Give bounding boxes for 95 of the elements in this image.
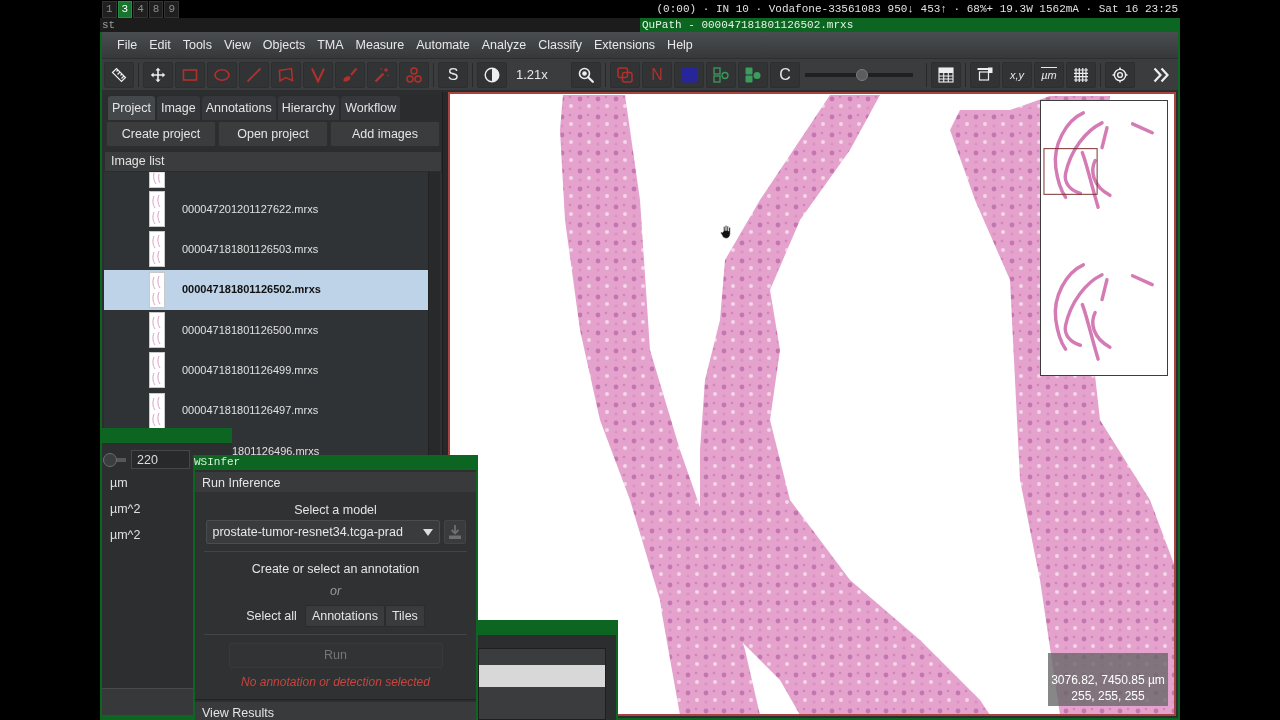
select-button[interactable]: Annotations (304, 605, 385, 627)
ellipse-icon (214, 66, 230, 83)
toolbar-button[interactable] (970, 61, 1000, 88)
workspace-button[interactable]: 9 (164, 0, 180, 18)
hand-cursor-icon (720, 225, 732, 239)
window-title: WSInfer (193, 455, 478, 470)
toolbar-button[interactable]: µm (1034, 61, 1064, 88)
polyline-icon (310, 66, 326, 83)
image-viewer[interactable]: 3076.82, 7450.85 µm 255, 255, 255 (448, 92, 1176, 716)
chevrons-icon (1153, 66, 1169, 83)
toolbar-button[interactable]: C (770, 61, 800, 88)
image-list-item[interactable]: 000047181801126500.mrxs (104, 309, 428, 351)
image-list-item[interactable]: 000047181801126499.mrxs (104, 350, 428, 391)
caret-icon (422, 528, 433, 536)
rectangle-icon (182, 66, 198, 83)
toolbar-button[interactable] (143, 61, 173, 88)
overview-panel[interactable] (1040, 100, 1168, 376)
filled-square-icon (681, 66, 697, 83)
menu-item[interactable]: View (217, 32, 257, 58)
section-header[interactable]: View Results (195, 702, 476, 720)
image-list-item[interactable]: 000047181801126502.mrxs (104, 269, 428, 310)
toolbar-button[interactable] (1066, 61, 1096, 88)
model-label: Select a model (294, 502, 377, 518)
line-icon (246, 66, 262, 83)
project-button[interactable]: Add images (330, 121, 440, 147)
ruler-icon (111, 66, 127, 83)
menu-item[interactable]: Classify (532, 32, 588, 58)
download-icon (447, 525, 462, 539)
menu-item[interactable]: Help (661, 32, 699, 58)
menu-item[interactable]: TMA (311, 32, 350, 58)
menu-item[interactable]: Analyze (475, 32, 533, 58)
unit-label: µm^2 (110, 527, 141, 543)
slider-thumb[interactable] (102, 452, 117, 467)
viewport-rectangle[interactable] (1043, 148, 1098, 195)
panel-tab[interactable]: Hierarchy (277, 96, 340, 120)
toolbar-button[interactable] (477, 61, 507, 88)
table-icon (938, 66, 954, 83)
workspace-button[interactable]: 4 (133, 0, 148, 18)
project-button[interactable]: Open project (218, 121, 328, 147)
menu-item[interactable]: Tools (176, 32, 218, 58)
panel-tab[interactable]: Annotations (201, 96, 276, 120)
points-icon (406, 66, 422, 83)
menu-item[interactable]: Edit (143, 32, 177, 58)
panel-tab[interactable]: Image (156, 96, 200, 120)
toolbar-button[interactable]: x,y (1002, 61, 1032, 88)
position-text: 3076.82, 7450.85 µm (1050, 672, 1166, 688)
menu-item[interactable]: Extensions (587, 32, 662, 58)
window-tab[interactable]: st (100, 18, 640, 32)
wand-icon (374, 66, 390, 83)
window-tab[interactable]: QuPath - 000047181801126502.mrxs (640, 18, 1180, 32)
panel-tab[interactable]: Workflow (341, 96, 401, 120)
select-all-label: Select all (246, 608, 297, 624)
panel-tab[interactable]: Project (108, 96, 155, 120)
zoom-level: 1.21x (515, 65, 549, 84)
or-label: or (329, 583, 342, 599)
annotation-hint: Create or select an annotation (251, 561, 420, 577)
slider-thumb[interactable] (856, 68, 869, 81)
select-button[interactable]: Tiles (384, 605, 425, 627)
toolbar-button[interactable]: S (438, 61, 468, 88)
model-dropdown[interactable]: prostate-tumor-resnet34.tcga-prad (205, 520, 440, 544)
polygon-icon (278, 66, 294, 83)
workspace-button[interactable]: 1 (102, 0, 117, 18)
filled-shapes-icon (745, 66, 761, 83)
list-header: Image list (104, 151, 442, 172)
slider-track[interactable] (103, 452, 126, 467)
project-button[interactable]: Create project (106, 121, 216, 147)
unit-label: µm^2 (110, 501, 141, 517)
shapes-icon (713, 66, 729, 83)
menu-item[interactable]: Objects (256, 32, 312, 58)
target-icon (1112, 66, 1128, 83)
unit-label: µm (110, 475, 128, 491)
move-icon (150, 66, 166, 83)
frame-icon (977, 66, 993, 83)
magnifier-icon (578, 66, 594, 83)
menu-item[interactable]: Automate (410, 32, 476, 58)
value-field[interactable]: 220 (131, 450, 190, 469)
status-text: (0:00) · IN 10 · Vodafone-33561083 950↓ 453↑ · 68%+ 19.3W 1562mA · Sat 16 23:25 (656, 2, 1179, 17)
toolbar-button[interactable] (104, 61, 134, 88)
brush-icon (342, 66, 358, 83)
menu-item[interactable]: Measure (349, 32, 411, 58)
image-list-item[interactable]: 000047181801126503.mrxs (104, 229, 428, 270)
toolbar-button[interactable] (571, 61, 601, 88)
error-message: No annotation or detection selected (241, 674, 430, 690)
toolbar-button[interactable] (1105, 61, 1135, 88)
grid-icon (1073, 66, 1089, 83)
pixel-value-text: 255, 255, 255 (1070, 688, 1146, 704)
toolbar-button[interactable] (931, 61, 961, 88)
menu-item[interactable]: File (111, 32, 144, 58)
image-list-item[interactable]: 000047201201127622.mrxs (104, 189, 428, 230)
workspace-button[interactable]: 8 (148, 0, 164, 18)
image-list-item[interactable]: 000047181801126497.mrxs (104, 390, 428, 431)
workspace-button[interactable]: 3 (117, 0, 133, 18)
section-header[interactable]: Run Inference (195, 472, 476, 492)
overlapping-squares-icon (617, 66, 633, 83)
contrast-icon (484, 66, 500, 83)
